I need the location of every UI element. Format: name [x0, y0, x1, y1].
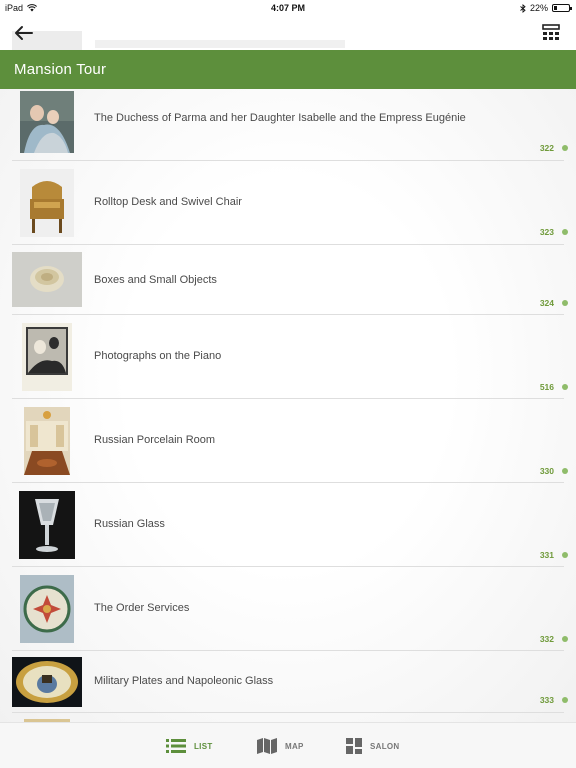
list-icon — [166, 739, 186, 753]
tab-map[interactable]: MAP — [257, 737, 304, 755]
item-thumbnail — [12, 252, 82, 307]
list-item[interactable]: The Duchess of Parma and her Daughter Is… — [0, 89, 576, 161]
battery-fill — [554, 6, 557, 10]
item-thumbnail — [20, 575, 74, 643]
item-title: Boxes and Small Objects — [94, 274, 217, 286]
scrolled-item-text — [95, 40, 345, 48]
bluetooth-icon — [520, 3, 526, 13]
list-item[interactable]: The Order Services 332 — [0, 567, 576, 651]
grid-icon — [542, 24, 560, 40]
clock: 4:07 PM — [270, 3, 305, 13]
item-thumbnail — [22, 323, 72, 391]
status-dot — [562, 468, 568, 474]
status-dot — [562, 229, 568, 235]
list-item[interactable]: Photographs on the Piano 516 — [0, 315, 576, 399]
page-title: Mansion Tour — [14, 61, 107, 78]
tab-list-label: LIST — [194, 741, 213, 751]
status-dot — [562, 552, 568, 558]
status-dot — [562, 145, 568, 151]
item-title: The Order Services — [94, 602, 190, 614]
bottom-tab-bar: LIST MAP SALON — [0, 722, 576, 768]
item-thumbnail — [19, 491, 75, 559]
status-dot — [562, 300, 568, 306]
item-title: Rolltop Desk and Swivel Chair — [94, 196, 242, 208]
stop-number: 331 — [539, 550, 554, 560]
stop-number: 324 — [539, 298, 554, 308]
stop-number: 323 — [539, 227, 554, 237]
status-dot — [562, 384, 568, 390]
stop-number: 333 — [539, 695, 554, 705]
tab-salon[interactable]: SALON — [346, 737, 400, 755]
status-right: 22% — [520, 3, 572, 13]
item-title: Russian Glass — [94, 518, 165, 530]
status-dot — [562, 636, 568, 642]
tab-list[interactable]: LIST — [166, 737, 213, 755]
stop-number: 322 — [539, 143, 554, 153]
salon-icon — [346, 738, 362, 754]
stop-number: 516 — [539, 382, 554, 392]
item-title: Russian Porcelain Room — [94, 434, 216, 446]
back-button[interactable] — [12, 22, 36, 44]
status-bar: iPad 4:07 PM 22% — [0, 0, 576, 16]
battery-percent: 22% — [529, 3, 548, 13]
list-item[interactable]: Russian Glass 331 — [0, 483, 576, 567]
stop-number: 330 — [539, 466, 554, 476]
status-dot — [562, 697, 568, 703]
list-item[interactable]: Military Plates and Napoleonic Glass 333 — [0, 651, 576, 713]
back-arrow-icon — [15, 26, 33, 40]
tab-map-label: MAP — [285, 741, 304, 751]
top-nav — [0, 16, 576, 50]
stop-number: 332 — [539, 634, 554, 644]
list-item[interactable]: Russian Porcelain Room 330 — [0, 399, 576, 483]
item-title: Photographs on the Piano — [94, 350, 222, 362]
tour-title-bar: Mansion Tour — [0, 50, 576, 89]
salon-view-button[interactable] — [540, 22, 562, 44]
map-icon — [257, 738, 277, 754]
stop-list: The Duchess of Parma and her Daughter Is… — [0, 89, 576, 722]
item-thumbnail — [12, 657, 82, 707]
tab-salon-label: SALON — [370, 741, 400, 751]
item-title: Military Plates and Napoleonic Glass — [94, 675, 274, 687]
item-thumbnail — [24, 407, 70, 475]
item-title: The Duchess of Parma and her Daughter Is… — [94, 112, 466, 124]
battery-icon — [552, 4, 572, 12]
list-item[interactable]: Rolltop Desk and Swivel Chair 323 — [0, 161, 576, 245]
list-item[interactable] — [0, 713, 576, 722]
item-thumbnail — [20, 91, 74, 153]
item-thumbnail — [20, 169, 74, 237]
list-item[interactable]: Boxes and Small Objects 324 — [0, 245, 576, 315]
